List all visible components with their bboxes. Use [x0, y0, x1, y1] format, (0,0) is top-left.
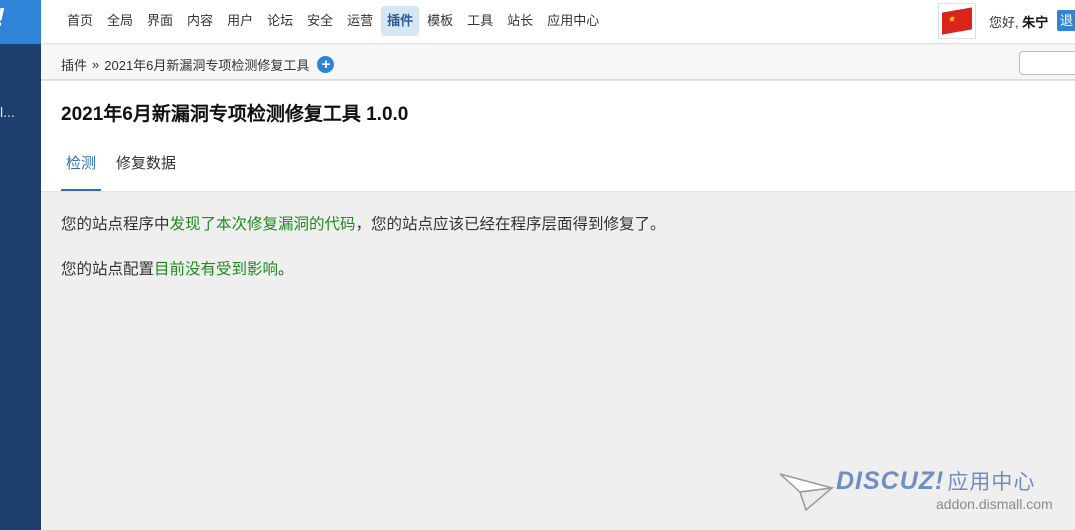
brand-name: DISCUZ! [836, 467, 945, 495]
top-navigation: 首页 全局 界面 内容 用户 论坛 安全 运营 插件 模板 工具 站长 应用中心… [41, 0, 1075, 44]
breadcrumb: 插件 » 2021年6月新漏洞专项检测修复工具 + [61, 55, 335, 74]
sidebar-item[interactable]: l... [0, 104, 15, 120]
greeting-text: 您好, [989, 15, 1019, 30]
result-highlight: 目前没有受到影响 [154, 261, 279, 278]
tab-repair-data[interactable]: 修复数据 [111, 154, 181, 191]
result-highlight: 发现了本次修复漏洞的代码 [169, 216, 356, 233]
result-content: 您的站点程序中发现了本次修复漏洞的代码，您的站点应该已经在程序层面得到修复了。 … [61, 212, 666, 302]
breadcrumb-parent[interactable]: 插件 [61, 55, 87, 74]
menu-item-webmaster[interactable]: 站长 [501, 6, 539, 36]
tab-detect[interactable]: 检测 [61, 154, 102, 191]
brand-suffix: 应用中心 [947, 471, 1036, 494]
discuz-watermark: DISCUZ! 应用中心 addon.dismall.com [778, 466, 1068, 526]
breadcrumb-separator: » [92, 57, 100, 72]
menu-item-operations[interactable]: 运营 [341, 6, 379, 36]
menu-item-templates[interactable]: 模板 [421, 6, 459, 36]
menu-item-security[interactable]: 安全 [301, 6, 339, 36]
breadcrumb-current: 2021年6月新漏洞专项检测修复工具 [104, 58, 310, 73]
menu-item-interface[interactable]: 界面 [141, 6, 179, 36]
result-text: 。 [278, 261, 294, 278]
admin-logo[interactable]: ! [0, 0, 41, 44]
admin-sidebar: ! l... [0, 0, 41, 530]
user-greeting: 您好, 朱宁 [989, 12, 1048, 31]
watermark-brand: DISCUZ! 应用中心 [836, 466, 1035, 496]
breadcrumb-bar: 插件 » 2021年6月新漏洞专项检测修复工具 + [41, 45, 1075, 80]
menu-item-forum[interactable]: 论坛 [261, 6, 299, 36]
result-text: ，您的站点应该已经在程序层面得到修复了。 [355, 216, 666, 233]
avatar[interactable]: ★ [938, 3, 976, 39]
result-line-config: 您的站点配置目前没有受到影响。 [61, 257, 666, 279]
page-title: 2021年6月新漏洞专项检测修复工具 1.0.0 [61, 104, 409, 125]
flag-icon: ★ [942, 7, 972, 35]
main-menu: 首页 全局 界面 内容 用户 论坛 安全 运营 插件 模板 工具 站长 应用中心 [61, 6, 607, 36]
result-line-code: 您的站点程序中发现了本次修复漏洞的代码，您的站点应该已经在程序层面得到修复了。 [61, 212, 666, 234]
add-shortcut-icon[interactable]: + [317, 56, 335, 73]
result-text: 您的站点配置 [61, 261, 155, 278]
search-input[interactable] [1019, 51, 1075, 75]
menu-item-plugins[interactable]: 插件 [381, 6, 420, 36]
menu-item-tools[interactable]: 工具 [461, 6, 499, 36]
logout-button[interactable]: 退 [1057, 10, 1075, 31]
menu-item-content[interactable]: 内容 [181, 6, 219, 36]
tab-bar: 检测 修复数据 [61, 154, 191, 191]
menu-item-home[interactable]: 首页 [61, 6, 99, 36]
menu-item-global[interactable]: 全局 [101, 6, 139, 36]
menu-item-users[interactable]: 用户 [221, 6, 259, 36]
watermark-url: addon.dismall.com [936, 496, 1053, 512]
result-text: 您的站点程序中 [61, 216, 170, 233]
username[interactable]: 朱宁 [1022, 15, 1048, 30]
paper-plane-icon [779, 473, 834, 512]
page-header: 2021年6月新漏洞专项检测修复工具 1.0.0 检测 修复数据 [41, 81, 1075, 192]
logo-text: ! [0, 2, 5, 33]
menu-item-app-center[interactable]: 应用中心 [541, 6, 605, 36]
